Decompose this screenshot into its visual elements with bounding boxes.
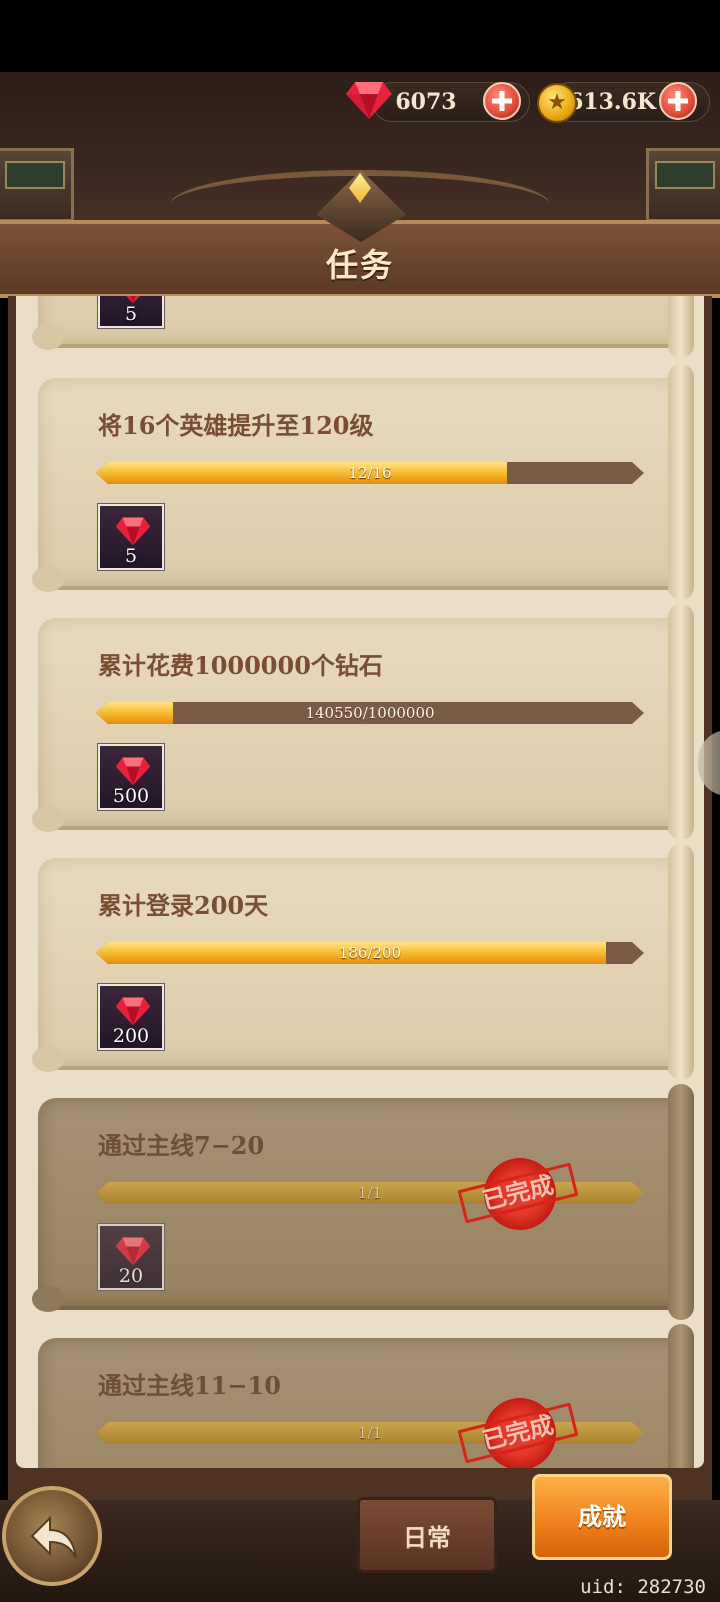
- task-card: 累计登录200天 186/200 200: [32, 844, 694, 1080]
- reward-count: 200: [112, 1025, 150, 1047]
- back-button[interactable]: [2, 1486, 102, 1586]
- ruby-gem-icon: [115, 517, 151, 546]
- reward-count: 5: [124, 303, 138, 325]
- completed-stamp: 已完成: [457, 1398, 579, 1468]
- reward-item[interactable]: 20: [97, 1223, 165, 1291]
- tab-daily[interactable]: 日常: [357, 1497, 497, 1573]
- ruby-gem-icon: [346, 82, 392, 119]
- reward-item[interactable]: 200: [97, 983, 165, 1051]
- reward-count: 20: [118, 1265, 144, 1287]
- task-title: 将16个英雄提升至120级: [98, 411, 374, 440]
- progress-bar: 186/200: [96, 942, 644, 964]
- task-card: 累计花费1000000个钻石 140550/1000000 500: [32, 604, 694, 840]
- task-card-completed: 通过主线11−10 1/1 已完成: [38, 1324, 694, 1468]
- reward-count: 5: [124, 545, 138, 567]
- completed-stamp: 已完成: [457, 1158, 579, 1230]
- progress-text: 186/200: [338, 944, 402, 962]
- add-coins-button[interactable]: [659, 82, 697, 120]
- right-pillar-decoration: [646, 148, 720, 222]
- reward-item[interactable]: 5: [97, 503, 165, 571]
- progress-bar: 12/16: [96, 462, 644, 484]
- reward-item[interactable]: 500: [97, 743, 165, 811]
- task-title: 通过主线7−20: [98, 1131, 265, 1160]
- status-bar: [0, 0, 720, 72]
- left-pillar-decoration: [0, 148, 74, 222]
- user-id: uid: 282730: [580, 1576, 706, 1598]
- task-card: 将16个英雄提升至120级 12/16 5: [32, 364, 694, 600]
- ruby-gem-icon: [115, 997, 151, 1026]
- ruby-gem-icon: [115, 1237, 151, 1266]
- task-list[interactable]: 5 将16个英雄提升至120级 12/16 5 累计花费1000000个钻石 1…: [16, 296, 704, 1468]
- tab-achievement[interactable]: 成就: [532, 1474, 672, 1560]
- gem-count: 6073: [395, 89, 457, 115]
- back-arrow-icon: [30, 1515, 77, 1559]
- reward-item[interactable]: 5: [97, 296, 165, 329]
- progress-text: 12/16: [348, 464, 392, 482]
- gold-coin-icon: ★: [537, 83, 577, 123]
- task-title: 累计花费1000000个钻石: [98, 651, 383, 680]
- task-card-completed: 通过主线7−20 1/1 已完成 20: [32, 1084, 694, 1320]
- task-card: 5: [32, 296, 694, 358]
- progress-text: 140550/1000000: [305, 704, 435, 722]
- task-screen: 6073 613.6K ★ 任务 5 将16个英雄提升至120级 12/16 5…: [0, 0, 720, 1602]
- task-title: 累计登录200天: [98, 891, 269, 920]
- add-gems-button[interactable]: [483, 82, 521, 120]
- coin-count: 613.6K: [567, 89, 656, 115]
- page-title: 任务: [325, 246, 394, 284]
- task-title: 通过主线11−10: [98, 1371, 281, 1400]
- ruby-gem-icon: [115, 757, 151, 786]
- progress-bar: 140550/1000000: [96, 702, 644, 724]
- reward-count: 500: [112, 785, 150, 807]
